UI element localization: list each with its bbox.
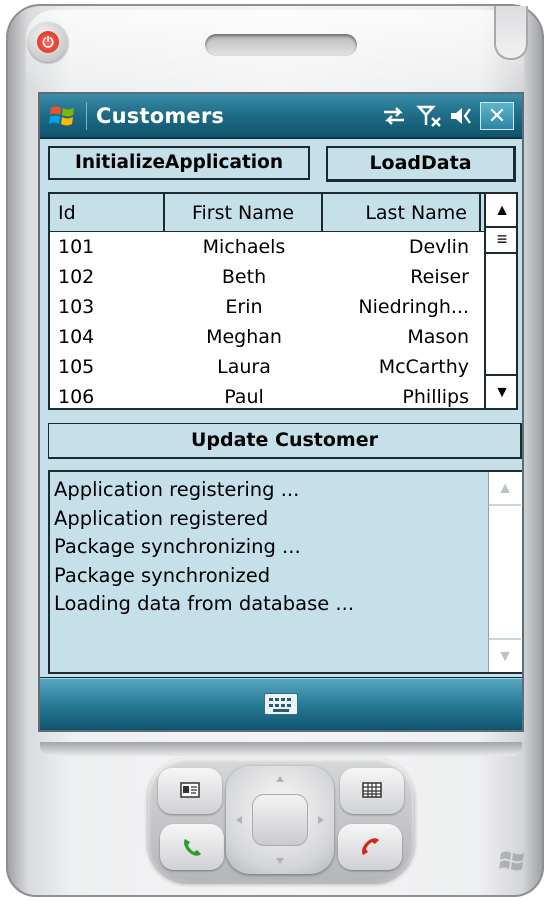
cell-last-name: Niedringh...	[358, 296, 469, 318]
power-icon: ⏻	[37, 31, 59, 53]
close-button[interactable]: ✕	[480, 102, 514, 130]
power-button[interactable]: ⏻	[28, 22, 68, 62]
window-title: Customers	[96, 104, 225, 128]
table-row[interactable]: 102 Beth Reiser	[50, 262, 484, 292]
column-header-id[interactable]: Id	[50, 194, 165, 232]
keyboard-icon[interactable]	[264, 693, 298, 715]
calendar-grid-icon	[362, 782, 382, 798]
table-row[interactable]: 103 Erin Niedringh...	[50, 292, 484, 322]
device-screen: Customers ✕ InitializeApplication LoadDa…	[38, 92, 524, 732]
log-line: Application registered	[54, 506, 269, 530]
cell-last-name: Devlin	[408, 236, 469, 258]
log-line: Application registering ...	[54, 478, 300, 501]
windows-flag-icon[interactable]	[48, 102, 78, 130]
signal-off-icon[interactable]	[416, 103, 444, 129]
cell-first-name: Meghan	[206, 326, 282, 348]
volume-icon[interactable]	[448, 103, 476, 129]
log-line: Package synchronizing ...	[54, 535, 301, 558]
scroll-up-button[interactable]: ▲	[486, 194, 516, 228]
cell-first-name: Paul	[224, 386, 264, 408]
dpad-action-button[interactable]	[252, 794, 308, 846]
title-separator	[86, 102, 87, 130]
log-scroll-down-button[interactable]: ▼	[489, 638, 521, 672]
call-button[interactable]	[160, 824, 224, 870]
status-log-textbox[interactable]: Application registering ... Application …	[48, 470, 522, 674]
log-line: Loading data from database ...	[54, 592, 355, 615]
cell-first-name: Beth	[221, 266, 267, 288]
update-customer-button[interactable]: Update Customer	[48, 423, 522, 459]
table-row[interactable]: 101 Michaels Devlin	[50, 232, 484, 262]
cell-last-name: Phillips	[402, 386, 469, 408]
phone-end-icon	[362, 838, 379, 855]
windows-logo-icon	[499, 851, 524, 871]
cell-id: 105	[58, 356, 95, 378]
customers-grid[interactable]: Id First Name Last Name 101 Michaels Dev…	[48, 192, 518, 410]
contact-card-icon	[180, 782, 200, 798]
scroll-thumb[interactable]: ≡	[486, 228, 516, 254]
cell-last-name: Mason	[407, 326, 469, 348]
log-line: Package synchronized	[54, 563, 271, 587]
cell-last-name: McCarthy	[378, 356, 469, 378]
form-client-area: InitializeApplication LoadData Id First …	[40, 139, 522, 677]
cell-last-name: Reiser	[410, 266, 469, 288]
cell-id: 106	[58, 386, 95, 408]
column-header-first-name[interactable]: First Name	[165, 194, 323, 232]
table-row[interactable]: 106 Paul Phillips	[50, 382, 484, 408]
screen-bezel-bottom	[40, 742, 522, 756]
table-row[interactable]: 104 Meghan Mason	[50, 322, 484, 352]
log-lines: Application registering ... Application …	[54, 476, 484, 619]
soft-input-panel-bar	[40, 678, 522, 730]
grid-header: Id First Name Last Name	[50, 194, 484, 232]
scroll-down-button[interactable]: ▼	[486, 374, 516, 408]
phone-call-icon	[184, 839, 201, 856]
cell-id: 104	[58, 326, 95, 348]
cell-id: 103	[58, 296, 95, 318]
column-header-last-name[interactable]: Last Name	[323, 194, 481, 232]
log-scroll-up-button[interactable]: ▲	[489, 472, 521, 506]
speaker-slot	[205, 34, 357, 56]
cell-first-name: Michaels	[202, 236, 286, 258]
load-data-button[interactable]: LoadData	[326, 146, 516, 182]
stylus-slot	[494, 6, 528, 60]
cell-id: 102	[58, 266, 95, 288]
title-bar: Customers ✕	[40, 94, 522, 138]
grid-scrollbar[interactable]: ▲ ≡ ▼	[484, 194, 516, 408]
end-call-button[interactable]	[338, 824, 402, 870]
log-scrollbar[interactable]: ▲ ▼	[488, 472, 522, 672]
table-row[interactable]: 105 Laura McCarthy	[50, 352, 484, 382]
connectivity-arrows-icon[interactable]	[380, 103, 408, 129]
cell-id: 101	[58, 236, 95, 258]
cell-first-name: Laura	[217, 356, 271, 378]
right-softkey-button[interactable]	[340, 768, 404, 814]
cell-first-name: Erin	[225, 296, 263, 318]
log-scroll-track[interactable]	[489, 506, 521, 638]
initialize-application-button[interactable]: InitializeApplication	[48, 146, 310, 180]
left-softkey-button[interactable]	[158, 768, 222, 814]
